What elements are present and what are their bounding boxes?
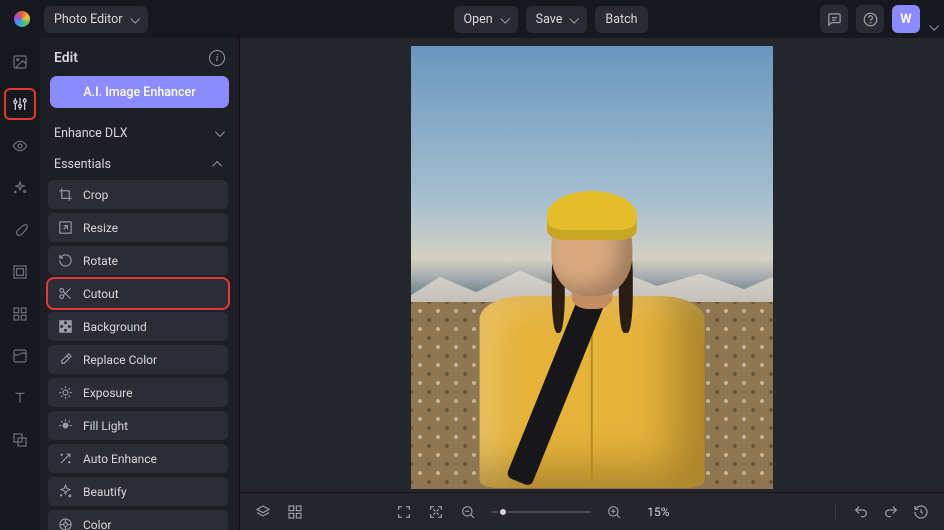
tool-resize[interactable]: Resize xyxy=(48,213,228,242)
edit-panel: Edit i A.I. Image Enhancer Enhance DLX E… xyxy=(40,38,240,530)
tool-rail xyxy=(0,38,40,530)
user-avatar[interactable]: W xyxy=(892,5,920,33)
batch-button[interactable]: Batch xyxy=(595,6,647,33)
tool-fill-light[interactable]: Fill Light xyxy=(48,411,228,440)
tool-crop[interactable]: Crop xyxy=(48,180,228,209)
fit-icon[interactable] xyxy=(427,503,445,521)
panel-title: Edit xyxy=(54,50,78,66)
rail-adjust-icon[interactable] xyxy=(6,90,34,118)
tool-exposure-label: Exposure xyxy=(83,386,132,400)
stage: 15% xyxy=(240,38,944,530)
tool-resize-label: Resize xyxy=(83,221,118,235)
section-enhance-dlx[interactable]: Enhance DLX xyxy=(40,118,236,149)
tool-crop-label: Crop xyxy=(83,188,108,202)
compare-grid-icon[interactable] xyxy=(286,503,304,521)
user-menu-chevron-icon[interactable] xyxy=(928,15,936,23)
rail-texture-icon[interactable] xyxy=(6,342,34,370)
app-title-label: Photo Editor xyxy=(54,12,123,27)
zoom-slider[interactable] xyxy=(491,511,591,513)
canvas-image xyxy=(411,46,773,489)
zoom-out-icon[interactable] xyxy=(459,503,477,521)
section-essentials-label: Essentials xyxy=(54,157,111,172)
zoom-value: 15% xyxy=(647,505,669,519)
chevron-down-icon xyxy=(215,127,225,137)
tool-background[interactable]: Background xyxy=(48,312,228,341)
info-icon[interactable]: i xyxy=(209,50,225,66)
rail-brush-icon[interactable] xyxy=(6,216,34,244)
tool-fill-light-label: Fill Light xyxy=(83,419,128,433)
top-bar: Photo Editor Open Save Batch W xyxy=(0,0,944,38)
zoom-in-icon[interactable] xyxy=(605,503,623,521)
fullscreen-icon[interactable] xyxy=(395,503,413,521)
rail-eye-icon[interactable] xyxy=(6,132,34,160)
essentials-tool-list: Crop Resize Rotate Cutout Background xyxy=(40,180,236,530)
open-button[interactable]: Open xyxy=(454,6,518,33)
tool-background-label: Background xyxy=(83,320,147,334)
chevron-up-icon xyxy=(212,161,222,171)
rail-image-icon[interactable] xyxy=(6,48,34,76)
bottom-bar: 15% xyxy=(240,492,944,530)
tool-rotate[interactable]: Rotate xyxy=(48,246,228,275)
section-essentials[interactable]: Essentials xyxy=(40,149,236,180)
rail-overlay-icon[interactable] xyxy=(6,426,34,454)
app-logo-icon xyxy=(14,11,30,27)
batch-label: Batch xyxy=(605,12,637,27)
help-icon[interactable] xyxy=(856,5,884,33)
undo-icon[interactable] xyxy=(852,503,870,521)
tool-auto-enhance[interactable]: Auto Enhance xyxy=(48,444,228,473)
tool-replace-color[interactable]: Replace Color xyxy=(48,345,228,374)
rail-text-icon[interactable] xyxy=(6,384,34,412)
tool-beautify[interactable]: Beautify xyxy=(48,477,228,506)
app-title-dropdown[interactable]: Photo Editor xyxy=(44,6,148,33)
tool-color[interactable]: Color xyxy=(48,510,228,530)
zoom-slider-thumb[interactable] xyxy=(498,507,508,517)
tool-rotate-label: Rotate xyxy=(83,254,118,268)
tool-exposure[interactable]: Exposure xyxy=(48,378,228,407)
save-label: Save xyxy=(536,12,563,27)
rail-grid-icon[interactable] xyxy=(6,300,34,328)
tool-auto-enhance-label: Auto Enhance xyxy=(83,452,157,466)
section-enhance-dlx-label: Enhance DLX xyxy=(54,126,128,141)
canvas[interactable] xyxy=(240,38,944,492)
save-button[interactable]: Save xyxy=(526,6,588,33)
ai-enhancer-button[interactable]: A.I. Image Enhancer xyxy=(50,76,229,108)
feedback-icon[interactable] xyxy=(820,5,848,33)
rail-frame-icon[interactable] xyxy=(6,258,34,286)
history-icon[interactable] xyxy=(912,503,930,521)
tool-cutout[interactable]: Cutout xyxy=(48,279,228,308)
tool-cutout-label: Cutout xyxy=(83,287,119,301)
open-label: Open xyxy=(464,12,493,27)
layers-icon[interactable] xyxy=(254,503,272,521)
redo-icon[interactable] xyxy=(882,503,900,521)
main-area: Edit i A.I. Image Enhancer Enhance DLX E… xyxy=(0,38,944,530)
tool-beautify-label: Beautify xyxy=(83,485,127,499)
tool-replace-color-label: Replace Color xyxy=(83,353,157,367)
rail-sparkle-icon[interactable] xyxy=(6,174,34,202)
tool-color-label: Color xyxy=(83,518,111,530)
